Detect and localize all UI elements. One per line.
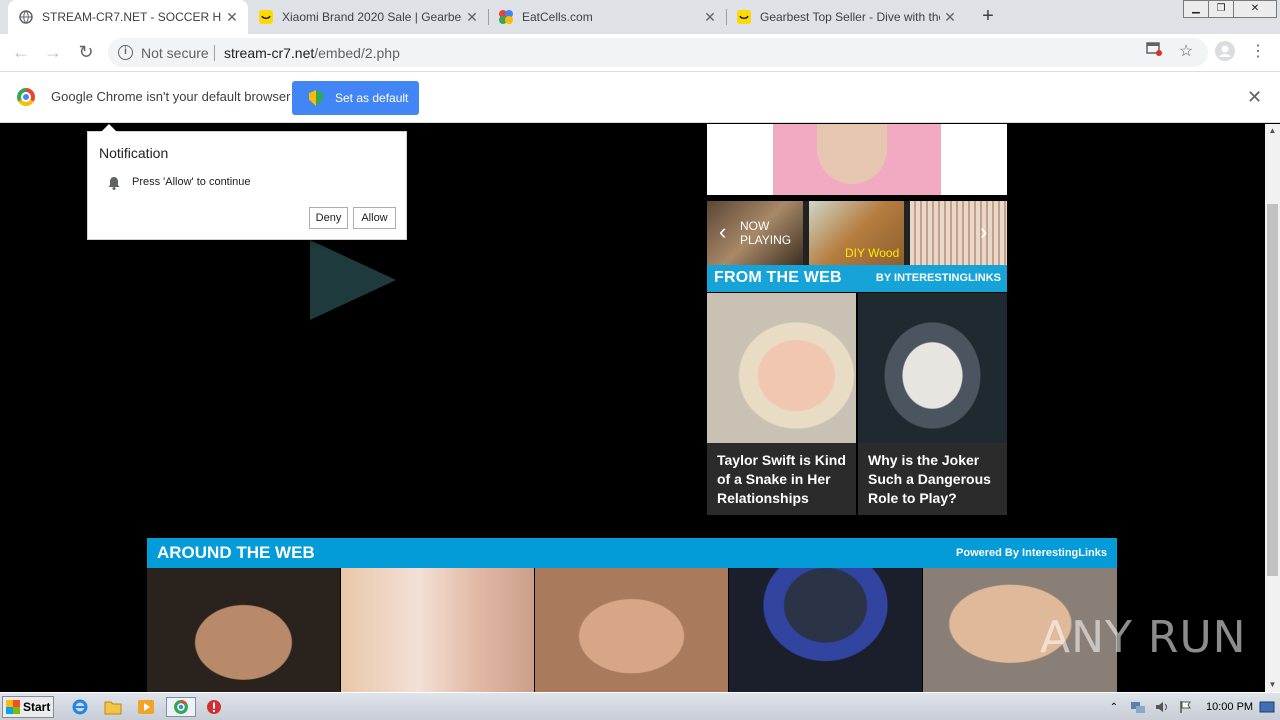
tab-eatcells[interactable]: EatCells.com ✕ [488,0,726,34]
reload-button[interactable]: ↻ [73,40,99,66]
tab-title: STREAM-CR7.NET - SOCCER HD Pla [42,10,222,24]
tray-expand-icon[interactable]: ⌃ [1107,697,1121,717]
carousel-next-icon[interactable]: › [980,219,987,245]
tab-title: Gearbest Top Seller - Dive with the C [760,10,940,24]
scroll-thumb[interactable] [1267,204,1278,576]
show-desktop-icon[interactable] [1258,697,1276,717]
ie-icon[interactable] [68,697,92,717]
tab-close-icon[interactable]: ✕ [940,9,960,26]
address-divider [214,45,215,61]
scroll-down-icon[interactable]: ▼ [1265,678,1280,692]
start-label: Start [23,700,51,714]
url-text[interactable]: stream-cr7.net/embed/2.php [224,45,400,61]
infobar-close-icon[interactable]: ✕ [1247,87,1262,108]
profile-avatar[interactable] [1214,41,1236,63]
url-host: stream-cr7.net [224,45,315,61]
around-the-web-title: AROUND THE WEB [157,543,315,562]
carousel-prev-icon[interactable]: ‹ [719,219,726,245]
url-path: /embed/2.php [314,45,400,61]
infobar-message: Google Chrome isn't your default browser [51,89,291,104]
tab-strip: STREAM-CR7.NET - SOCCER HD Pla ✕ Xiaomi … [0,0,1280,34]
around-thumb[interactable] [341,568,534,692]
back-button[interactable]: ← [8,40,34,66]
opera-warning-icon[interactable] [202,697,226,717]
tab-close-icon[interactable]: ✕ [462,9,482,26]
notification-popup: Notification Press 'Allow' to continue D… [87,124,407,240]
action-center-flag-icon[interactable] [1174,697,1198,717]
browser-toolbar: ← → ↻ i Not secure stream-cr7.net/embed/… [0,34,1280,71]
minimize-button[interactable]: ▁ [1183,0,1209,18]
tab-xiaomi-gearbest[interactable]: Xiaomi Brand 2020 Sale | Gearbest ✕ [248,0,488,34]
info-icon[interactable]: i [118,45,133,60]
around-thumb[interactable] [535,568,728,692]
bookmark-star-icon[interactable]: ☆ [1175,41,1197,63]
around-the-web-powered[interactable]: Powered By InterestingLinks [956,547,1107,559]
gearbest-icon [736,9,752,25]
from-the-web-header: FROM THE WEB BY INTERESTINGLINKS [707,265,1007,292]
tab-gearbest-top-seller[interactable]: Gearbest Top Seller - Dive with the C ✕ [726,0,966,34]
security-label[interactable]: Not secure [141,45,209,61]
new-tab-button[interactable]: + [976,5,1000,29]
deny-button[interactable]: Deny [309,207,348,229]
gearbest-icon [258,9,274,25]
network-icon[interactable] [1126,697,1150,717]
around-thumb[interactable] [147,568,340,692]
bell-icon [108,177,120,190]
notification-title: Notification [99,145,169,161]
from-the-web-byline[interactable]: BY INTERESTINGLINKS [876,272,1001,284]
restore-button[interactable]: ❐ [1208,0,1234,18]
start-button[interactable]: Start [2,696,54,718]
from-the-web-title: FROM THE WEB [714,269,842,286]
now-playing-label: NOW PLAYING [740,219,792,247]
notification-body: Press 'Allow' to continue [132,176,251,188]
shield-icon [309,90,323,106]
story-caption: Why is the Joker Such a Dangerous Role t… [868,452,991,506]
ad-image-top[interactable] [707,124,1007,195]
forward-button[interactable]: → [40,40,66,66]
set-as-default-label: Set as default [335,91,409,105]
popup-blocked-icon[interactable] [1143,41,1165,63]
allow-button[interactable]: Allow [353,207,396,229]
chrome-taskbar-icon[interactable] [166,697,196,717]
story-card[interactable]: Taylor Swift is Kind of a Snake in Her R… [707,293,856,515]
page-scrollbar[interactable]: ▲ ▼ [1265,124,1280,692]
media-player-icon[interactable] [134,697,158,717]
windows-logo-icon [6,700,20,714]
video-carousel: ‹ NOW PLAYING DIY Wood › [707,201,1007,265]
play-icon[interactable] [310,240,396,320]
menu-kebab-icon[interactable]: ⋮ [1247,41,1269,63]
story-card[interactable]: Why is the Joker Such a Dangerous Role t… [858,293,1007,515]
close-window-button[interactable]: ✕ [1233,0,1277,18]
story-caption: Taylor Swift is Kind of a Snake in Her R… [717,452,846,506]
address-bar[interactable]: i Not secure stream-cr7.net/embed/2.php [108,38,1208,67]
carousel-thumb[interactable] [910,201,1007,265]
windows-taskbar: Start ⌃ 10:00 PM [0,692,1280,720]
around-thumb[interactable] [729,568,922,692]
eatcells-icon [498,9,514,25]
tab-title: Xiaomi Brand 2020 Sale | Gearbest [282,10,462,24]
tab-close-icon[interactable]: ✕ [222,9,242,26]
tab-close-icon[interactable]: ✕ [700,9,720,26]
taskbar-clock[interactable]: 10:00 PM [1206,701,1253,713]
explorer-folder-icon[interactable] [101,697,125,717]
globe-icon [18,9,34,25]
scroll-up-icon[interactable]: ▲ [1265,124,1280,138]
story-image [858,293,1007,443]
chrome-logo-icon [17,88,35,106]
around-the-web-header: AROUND THE WEB Powered By InterestingLin… [147,538,1117,568]
diy-wood-label: DIY Wood [845,246,900,260]
default-browser-infobar: Google Chrome isn't your default browser… [0,71,1280,123]
tab-title: EatCells.com [522,10,593,24]
set-as-default-button[interactable]: Set as default [292,81,419,115]
story-image [707,293,856,443]
tab-stream-cr7[interactable]: STREAM-CR7.NET - SOCCER HD Pla ✕ [8,0,248,34]
page-content: Notification Press 'Allow' to continue D… [0,124,1265,692]
popup-arrow [101,124,117,132]
anyrun-watermark: ANY RUN [1040,612,1247,663]
volume-icon[interactable] [1150,697,1174,717]
